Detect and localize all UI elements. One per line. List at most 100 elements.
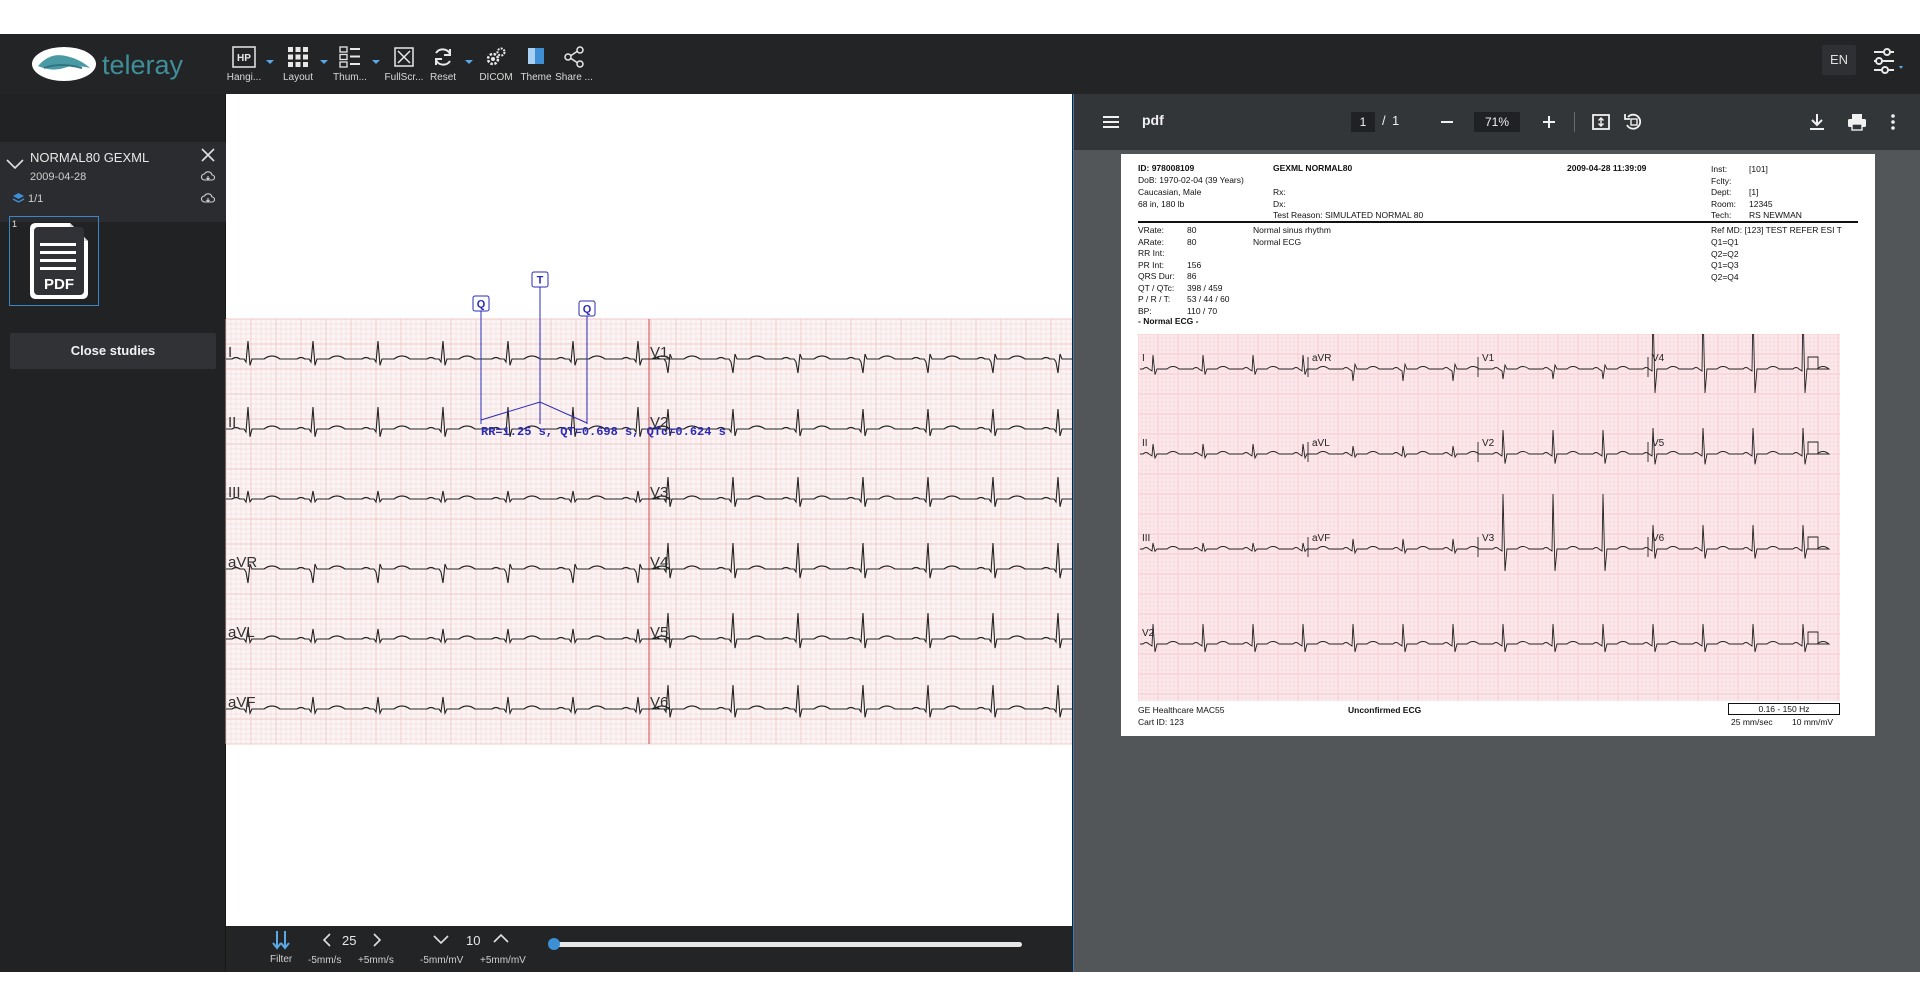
zoom-in-icon[interactable]	[1536, 109, 1562, 135]
facility-label: Room:	[1711, 198, 1737, 209]
report-interpretation-1: Normal sinus rhythm	[1253, 225, 1331, 235]
lead-label: V5	[650, 624, 668, 641]
layout-button[interactable]: Layout	[272, 46, 328, 90]
marker-label: T	[537, 275, 544, 287]
cloud-download-icon[interactable]	[201, 192, 215, 206]
report-rx: Rx:	[1273, 187, 1286, 197]
more-options-icon[interactable]	[1880, 109, 1906, 135]
hp-glyph: HP	[237, 53, 251, 64]
report-size: 68 in, 180 lb	[1138, 199, 1185, 209]
cloud-download-icon[interactable]	[201, 170, 215, 184]
pdf-lead-label: V3	[1482, 533, 1495, 544]
download-icon[interactable]	[1804, 109, 1830, 135]
page-separator: /	[1382, 113, 1386, 128]
close-studies-button[interactable]: Close studies	[10, 333, 216, 369]
hanging-protocol-button[interactable]: HP Hangi...	[218, 46, 274, 90]
gain-minus-label: -5mm/mV	[420, 955, 464, 966]
scroll-slider-track[interactable]	[552, 942, 1022, 947]
measurement-label: BP:	[1138, 305, 1152, 316]
report-ethnicity: Caucasian, Male	[1138, 187, 1202, 197]
logo-text: teleray	[102, 50, 184, 80]
facility-label: Inst:	[1711, 164, 1728, 174]
measurement-value: 110 / 70	[1187, 305, 1218, 316]
report-patient-name: GEXML NORMAL80	[1273, 163, 1353, 173]
q-list-item: Q1=Q3	[1711, 260, 1739, 270]
layout-label: Layout	[282, 72, 314, 83]
pdf-lead-label: III	[1142, 533, 1150, 544]
thumbnails-button[interactable]: Thum...	[324, 46, 380, 90]
pdf-viewer: pdf 1 / 1 71% ID: 978008109 GEXML NORMAL…	[1073, 94, 1920, 972]
pdf-lead-label: II	[1142, 438, 1148, 449]
report-interpretation-2: Normal ECG	[1253, 237, 1302, 247]
pdf-toolbar: pdf 1 / 1 71%	[1074, 94, 1920, 150]
zoom-input[interactable]: 71%	[1474, 112, 1520, 132]
measurement-label: ARate:	[1138, 236, 1164, 247]
report-divider	[1138, 221, 1858, 223]
measurement-label: QRS Dur:	[1138, 271, 1175, 281]
chevron-left-icon[interactable]	[320, 932, 334, 948]
pdf-lead-label: aVR	[1312, 353, 1331, 364]
thumbnails-label: Thum...	[333, 72, 367, 83]
lead-label: aVR	[228, 554, 257, 571]
chevron-down-icon[interactable]	[6, 158, 24, 170]
report-speed: 25 mm/sec	[1731, 717, 1773, 727]
menu-icon[interactable]	[1098, 109, 1124, 135]
lead-label: III	[228, 484, 241, 501]
pdf-page[interactable]: ID: 978008109 GEXML NORMAL80 2009-04-28 …	[1121, 154, 1875, 736]
rotate-icon[interactable]	[1620, 109, 1646, 135]
report-datetime: 2009-04-28 11:39:09	[1567, 163, 1647, 173]
pdf-lead-label: aVF	[1312, 533, 1330, 544]
lead-label: V3	[650, 484, 668, 501]
series-count: 1/1	[28, 193, 44, 205]
reset-button[interactable]: Reset	[417, 46, 473, 90]
close-icon[interactable]	[201, 148, 215, 162]
gain-value: 10	[466, 933, 481, 948]
share-button[interactable]: Share ...	[548, 46, 600, 90]
study-sidebar: NORMAL80 GEXML 2009-04-28 1/1 1 PDF Clos…	[0, 94, 226, 972]
thumbnails-icon	[324, 46, 376, 72]
series-thumbnail[interactable]: 1 PDF	[9, 216, 99, 306]
report-cart-id: Cart ID: 123	[1138, 717, 1184, 727]
measurement-label: QT / QTc:	[1138, 282, 1175, 293]
pdf-title: pdf	[1142, 112, 1164, 128]
facility-label: Dept:	[1711, 187, 1732, 197]
chevron-right-icon[interactable]	[370, 932, 384, 948]
pdf-grid-lines	[1138, 334, 1840, 701]
facility-value: RS NEWMAN	[1749, 210, 1802, 220]
pdf-lead-label: V1	[1482, 353, 1495, 364]
ecg-control-bar: Filter 25 -5mm/s +5mm/s 10 -5mm/mV +5mm/…	[226, 926, 1072, 972]
measurement-label: RR Int:	[1138, 248, 1165, 258]
print-icon[interactable]	[1844, 109, 1870, 135]
lead-label: aVF	[228, 694, 256, 711]
report-gain: 10 mm/mV	[1792, 717, 1834, 727]
chevron-up-icon[interactable]	[492, 932, 510, 944]
report-unconfirmed: Unconfirmed ECG	[1348, 705, 1422, 715]
q-list-item: Q2=Q2	[1711, 248, 1739, 259]
lead-label: V1	[650, 344, 668, 361]
sliders-icon	[1874, 48, 1903, 74]
refresh-icon	[417, 46, 469, 72]
hanging-protocol-icon: HP	[218, 46, 270, 72]
filter-button[interactable]: Filter	[266, 928, 294, 968]
report-filter: 0.16 - 150 Hz	[1728, 703, 1840, 715]
pdf-lead-label: I	[1142, 353, 1145, 364]
language-button[interactable]: EN	[1822, 45, 1856, 75]
pdf-lead-label: V2	[1142, 628, 1155, 639]
scroll-slider-thumb[interactable]	[548, 938, 560, 950]
filter-arrows-icon	[272, 931, 290, 950]
lead-label: aVL	[228, 624, 255, 641]
measurement-value: 156	[1187, 259, 1202, 270]
chevron-down-icon[interactable]	[432, 934, 450, 946]
page-number-input[interactable]: 1	[1351, 112, 1375, 132]
fit-page-icon[interactable]	[1588, 109, 1614, 135]
settings-button[interactable]	[1872, 46, 1908, 76]
pdf-file-icon: PDF	[30, 223, 88, 299]
grid-icon	[272, 46, 324, 72]
zoom-out-icon[interactable]	[1434, 109, 1460, 135]
toolbar-divider	[1574, 112, 1575, 132]
measurement-value: 398 / 459	[1187, 282, 1223, 293]
ecg-waveform[interactable]: I V1II V2III V3aVR V4aVL V5aVF V6QTQRR=1.25 s,…	[225, 271, 1092, 745]
reset-label: Reset	[429, 72, 457, 83]
ecg-viewport[interactable]: I V1 II V2 III V3 aVR V4 aVL V5 aVF V6 Q T Q RR=1.25 s,…	[225, 94, 1092, 926]
pdf-thumb-label: PDF	[44, 276, 74, 293]
